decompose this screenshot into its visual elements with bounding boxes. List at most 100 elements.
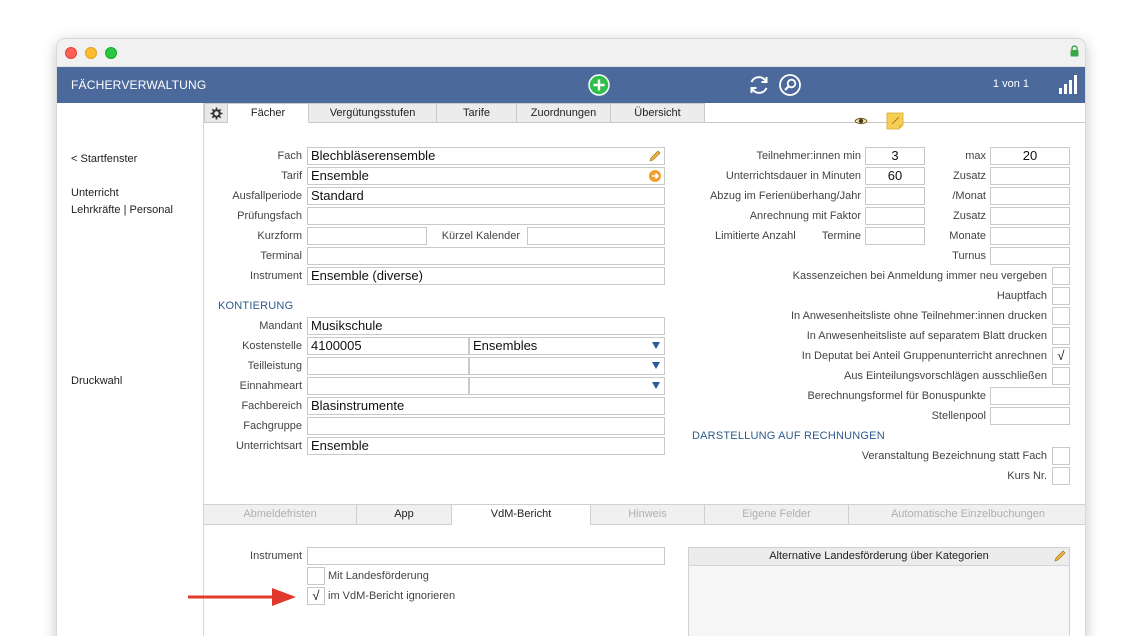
tarif-field[interactable]: Ensemble (307, 167, 665, 185)
unterrichtsart-field[interactable]: Ensemble (307, 437, 665, 455)
add-record-icon[interactable] (587, 73, 611, 97)
veranstaltung-bezeichnung-checkbox[interactable] (1052, 447, 1070, 465)
anrechnung-faktor-field[interactable] (865, 207, 925, 225)
tab-faecher[interactable]: Fächer (228, 103, 309, 123)
deputat-checkbox[interactable]: √ (1052, 347, 1070, 365)
tarif-label: Tarif (281, 170, 302, 182)
main-tabs: Fächer Vergütungsstufen Tarife Zuordnung… (204, 103, 1085, 124)
landesfoerderung-checkbox[interactable] (307, 567, 325, 585)
unterrichtsart-label: Unterrichtsart (235, 440, 302, 452)
close-window-button[interactable] (65, 47, 77, 59)
monat-field[interactable] (990, 187, 1070, 205)
einnahmeart-select[interactable] (469, 377, 665, 395)
pruefungsfach-label: Prüfungsfach (237, 210, 302, 222)
vdm-instrument-label: Instrument (250, 550, 302, 562)
teilleistung-select[interactable] (469, 357, 665, 375)
instrument-label: Instrument (250, 270, 302, 282)
termine-field[interactable] (865, 227, 925, 245)
kostenstelle-field[interactable]: 4100005 (307, 337, 469, 355)
abzug-ferienueberhang-field[interactable] (865, 187, 925, 205)
tab-tarife[interactable]: Tarife (437, 103, 517, 123)
tab-vdm-bericht[interactable]: VdM-Bericht (452, 505, 591, 525)
turnus-field[interactable] (990, 247, 1070, 265)
tab-verguetungsstufen[interactable]: Vergütungsstufen (309, 103, 437, 123)
ausfallperiode-label: Ausfallperiode (232, 190, 302, 202)
einteilung-ausschliessen-checkbox[interactable] (1052, 367, 1070, 385)
anwesenheit-ohne-tn-checkbox[interactable] (1052, 307, 1070, 325)
record-pager: 1 von 1 (992, 78, 1029, 90)
kostenstelle-select[interactable]: Ensembles (469, 337, 665, 355)
sidebar-item-druckwahl[interactable]: Druckwahl (71, 375, 122, 387)
tab-uebersicht[interactable]: Übersicht (611, 103, 705, 123)
tab-zuordnungen[interactable]: Zuordnungen (517, 103, 611, 123)
anwesenheit-separat-checkbox[interactable] (1052, 327, 1070, 345)
tab-abmeldefristen[interactable]: Abmeldefristen (204, 505, 357, 524)
zusatz-label-1: Zusatz (952, 170, 986, 182)
kurs-nr-label: Kurs Nr. (1007, 470, 1047, 482)
monate-label: Monate (949, 230, 986, 242)
monat-label: /Monat (952, 190, 986, 202)
alternative-landesfoerderung-panel: Alternative Landesförderung über Kategor… (688, 547, 1070, 636)
tab-eigene-felder[interactable]: Eigene Felder (705, 505, 849, 524)
dropdown-arrow-icon (652, 382, 660, 389)
pruefungsfach-field[interactable] (307, 207, 665, 225)
anrechnung-faktor-label: Anrechnung mit Faktor (749, 210, 861, 222)
signal-bars-icon[interactable] (1059, 75, 1077, 94)
mandant-field[interactable]: Musikschule (307, 317, 665, 335)
terminal-field[interactable] (307, 247, 665, 265)
zusatz-field-2[interactable] (990, 207, 1070, 225)
sidebar-item-lehrkraefte[interactable]: Lehrkräfte | Personal (71, 204, 173, 216)
window-titlebar (57, 39, 1085, 67)
unterrichtsdauer-field[interactable]: 60 (865, 167, 925, 185)
search-icon[interactable] (778, 73, 802, 97)
veranstaltung-bezeichnung-label: Veranstaltung Bezeichnung statt Fach (861, 450, 1047, 462)
minimize-window-button[interactable] (85, 47, 97, 59)
vdm-instrument-field[interactable] (307, 547, 665, 565)
refresh-icon[interactable] (747, 73, 771, 97)
fachgruppe-field[interactable] (307, 417, 665, 435)
kuerzel-kalender-field[interactable] (527, 227, 665, 245)
eye-icon[interactable] (854, 116, 868, 126)
darstellung-heading: DARSTELLUNG AUF RECHNUNGEN (692, 430, 885, 442)
note-icon[interactable] (886, 112, 904, 130)
tarif-value: Ensemble (311, 168, 369, 183)
ausfallperiode-field[interactable]: Standard (307, 187, 665, 205)
unterrichtsdauer-label: Unterrichtsdauer in Minuten (725, 170, 861, 182)
tab-app[interactable]: App (357, 505, 452, 524)
mandant-label: Mandant (259, 320, 302, 332)
teilnehmer-min-field[interactable]: 3 (865, 147, 925, 165)
instrument-field[interactable]: Ensemble (diverse) (307, 267, 665, 285)
fachbereich-field[interactable]: Blasinstrumente (307, 397, 665, 415)
kurs-nr-checkbox[interactable] (1052, 467, 1070, 485)
stellenpool-field[interactable] (990, 407, 1070, 425)
zusatz-field-1[interactable] (990, 167, 1070, 185)
sidebar-item-unterricht[interactable]: Unterricht (71, 187, 119, 199)
turnus-label: Turnus (952, 250, 986, 262)
pencil-icon[interactable] (1053, 549, 1067, 563)
termine-label: Termine (821, 230, 861, 242)
kurzform-field[interactable] (307, 227, 427, 245)
zoom-window-button[interactable] (105, 47, 117, 59)
anwesenheit-ohne-tn-label: In Anwesenheitsliste ohne Teilnehmer:inn… (790, 310, 1047, 322)
anwesenheit-separat-label: In Anwesenheitsliste auf separatem Blatt… (806, 330, 1047, 342)
einnahmeart-field[interactable] (307, 377, 469, 395)
hauptfach-checkbox[interactable] (1052, 287, 1070, 305)
vdm-ignorieren-checkbox[interactable]: √ (307, 587, 325, 605)
stellenpool-label: Stellenpool (931, 410, 986, 422)
terminal-label: Terminal (260, 250, 302, 262)
kostenstelle-label: Kostenstelle (242, 340, 302, 352)
fach-label: Fach (277, 150, 302, 162)
teilleistung-field[interactable] (307, 357, 469, 375)
app-window: FÄCHERVERWALTUNG 1 von 1 < Startfenster … (56, 38, 1086, 636)
max-field[interactable]: 20 (990, 147, 1070, 165)
bonuspunkte-formel-field[interactable] (990, 387, 1070, 405)
max-label: max (965, 150, 986, 162)
sidebar-back-startfenster[interactable]: < Startfenster (71, 153, 137, 165)
tab-automatische-einzelbuchungen[interactable]: Automatische Einzelbuchungen (849, 505, 1085, 524)
fach-field[interactable]: Blechbläserensemble (307, 147, 665, 165)
tab-hinweis[interactable]: Hinweis (591, 505, 705, 524)
tab-settings[interactable] (204, 103, 228, 123)
kassenzeichen-checkbox[interactable] (1052, 267, 1070, 285)
alternative-landesfoerderung-title: Alternative Landesförderung über Kategor… (769, 550, 989, 562)
monate-field[interactable] (990, 227, 1070, 245)
